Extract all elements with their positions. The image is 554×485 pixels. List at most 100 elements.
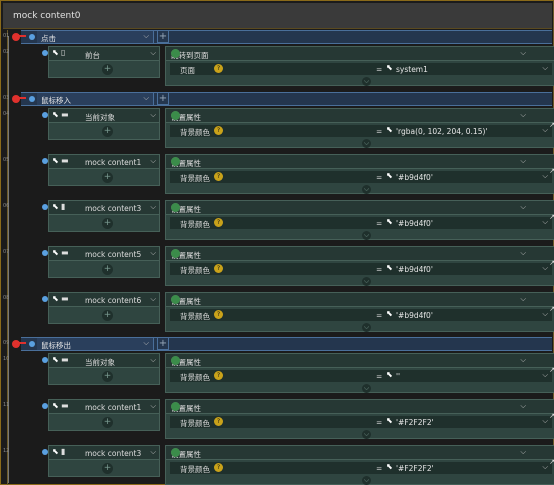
pointer-icon[interactable]: ⬉ <box>52 355 59 364</box>
enable-icon[interactable] <box>171 49 180 58</box>
chevron-down-icon[interactable]: ⌵ <box>542 125 548 135</box>
add-target-button[interactable]: + <box>102 371 113 382</box>
expand-more-button[interactable]: ⌵ <box>362 476 371 485</box>
add-target-button[interactable]: + <box>102 463 113 474</box>
chevron-down-icon[interactable]: ⌵ <box>520 110 526 120</box>
chevron-down-icon[interactable]: ⌵ <box>150 447 156 457</box>
prop-value[interactable]: system1 <box>396 65 428 74</box>
enable-icon[interactable] <box>171 157 180 166</box>
help-icon[interactable]: ? <box>214 126 223 135</box>
add-target-button[interactable]: + <box>102 172 113 183</box>
target-block[interactable]: ⬉ ▬ 当前对象 ⌵ + <box>42 353 160 385</box>
chevron-down-icon[interactable]: ⌵ <box>520 447 526 457</box>
pointer-icon[interactable]: ⬉ <box>52 248 59 257</box>
add-action-button[interactable]: + <box>157 30 169 43</box>
enable-icon[interactable] <box>171 402 180 411</box>
expand-icon[interactable]: ↗ <box>549 366 554 374</box>
action-block[interactable]: 设置属性 ⌵ 背景颜色? = ⬉'rgba(0, 102, 204, 0.15)' ⌵ ↗… <box>165 108 554 148</box>
pointer-icon[interactable]: ⬉ <box>52 447 59 456</box>
event-select[interactable]: 鼠标移入 ⌵ <box>37 93 154 105</box>
target-block[interactable]: ⬉ ▯ 前台 ⌵ + <box>42 46 160 78</box>
chevron-down-icon[interactable]: ⌵ <box>542 462 548 472</box>
chevron-down-icon[interactable]: ⌵ <box>542 416 548 426</box>
add-target-button[interactable]: + <box>102 264 113 275</box>
chevron-down-icon[interactable]: ⌵ <box>520 248 526 258</box>
enable-icon[interactable] <box>171 356 180 365</box>
pointer-icon[interactable]: ⬉ <box>52 156 59 165</box>
add-target-button[interactable]: + <box>102 310 113 321</box>
chevron-down-icon[interactable]: ⌵ <box>150 248 156 258</box>
event-select[interactable]: 点击 ⌵ <box>37 31 154 43</box>
prop-value[interactable]: '#b9d4f0' <box>396 173 433 182</box>
action-block[interactable]: 设置属性 ⌵ 背景颜色? = ⬉ '#b9d4f0' ⌵ ↗ ⌵ <box>165 200 554 240</box>
event-mouseenter[interactable]: 鼠标移入 ⌵ + <box>12 92 552 106</box>
event-click[interactable]: 点击 ⌵ + <box>12 30 552 44</box>
expand-more-button[interactable]: ⌵ <box>362 231 371 240</box>
expand-more-button[interactable]: ⌵ <box>362 185 371 194</box>
chevron-down-icon[interactable]: ⌵ <box>542 370 548 380</box>
expand-more-button[interactable]: ⌵ <box>362 430 371 439</box>
expand-more-button[interactable]: ⌵ <box>362 77 371 86</box>
enable-icon[interactable] <box>171 111 180 120</box>
enable-icon[interactable] <box>171 249 180 258</box>
pointer-icon[interactable]: ⬉ <box>386 462 393 471</box>
prop-value[interactable]: '#b9d4f0' <box>396 311 433 320</box>
action-block[interactable]: 设置属性 ⌵ 背景颜色? = ⬉ '#b9d4f0' ⌵ ↗ ⌵ <box>165 154 554 194</box>
chevron-down-icon[interactable]: ⌵ <box>150 156 156 166</box>
target-block[interactable]: ⬉ ▬ mock content6 ⌵ + <box>42 292 160 324</box>
expand-icon[interactable]: ↗ <box>549 213 554 221</box>
expand-icon[interactable]: ↗ <box>549 412 554 420</box>
expand-icon[interactable]: ↗ <box>549 458 554 466</box>
event-select[interactable]: 鼠标移出 ⌵ <box>37 338 154 350</box>
chevron-down-icon[interactable]: ⌵ <box>520 202 526 212</box>
target-block[interactable]: ⬉ ▬ mock content1 ⌵ + <box>42 399 160 431</box>
help-icon[interactable]: ? <box>214 371 223 380</box>
pointer-icon[interactable]: ⬉ <box>386 217 393 226</box>
chevron-down-icon[interactable]: ⌵ <box>520 156 526 166</box>
expand-more-button[interactable]: ⌵ <box>362 139 371 148</box>
action-block[interactable]: 设置属性 ⌵ 背景颜色? = ⬉ '' ⌵ ↗ ⌵ <box>165 353 554 393</box>
chevron-down-icon[interactable]: ⌵ <box>150 48 156 58</box>
chevron-down-icon[interactable]: ⌵ <box>150 401 156 411</box>
add-target-button[interactable]: + <box>102 126 113 137</box>
expand-more-button[interactable]: ⌵ <box>362 384 371 393</box>
target-block[interactable]: ⬉ ▬ mock content1 ⌵ + <box>42 154 160 186</box>
prop-value[interactable]: '#F2F2F2' <box>396 464 434 473</box>
chevron-down-icon[interactable]: ⌵ <box>542 171 548 181</box>
prop-value[interactable]: 'rgba(0, 102, 204, 0.15)' <box>396 127 487 136</box>
chevron-down-icon[interactable]: ⌵ <box>542 63 548 73</box>
pointer-icon[interactable]: ⬉ <box>386 63 393 72</box>
chevron-down-icon[interactable]: ⌵ <box>542 309 548 319</box>
pointer-icon[interactable]: ⬉ <box>52 48 59 57</box>
pointer-icon[interactable]: ⬉ <box>386 370 393 379</box>
action-block[interactable]: 设置属性 ⌵ 背景颜色? = ⬉ '#F2F2F2' ⌵ ↗ ⌵ <box>165 399 554 439</box>
pointer-icon[interactable]: ⬉ <box>386 171 393 180</box>
add-action-button[interactable]: + <box>157 92 169 105</box>
help-icon[interactable]: ? <box>214 310 223 319</box>
pointer-icon[interactable]: ⬉ <box>52 110 59 119</box>
enable-icon[interactable] <box>171 295 180 304</box>
pointer-icon[interactable]: ⬉ <box>386 309 393 318</box>
expand-more-button[interactable]: ⌵ <box>362 277 371 286</box>
target-block[interactable]: ⬉ ▬ 当前对象 ⌵ + <box>42 108 160 140</box>
event-mouseleave[interactable]: 鼠标移出 ⌵ + <box>12 337 552 351</box>
prop-value[interactable]: '#F2F2F2' <box>396 418 434 427</box>
pointer-icon[interactable]: ⬉ <box>386 263 393 272</box>
chevron-down-icon[interactable]: ⌵ <box>520 355 526 365</box>
pointer-icon[interactable]: ⬉ <box>386 416 393 425</box>
chevron-down-icon[interactable]: ⌵ <box>150 110 156 120</box>
expand-more-button[interactable]: ⌵ <box>362 323 371 332</box>
expand-icon[interactable]: ↗ <box>549 121 554 129</box>
action-block[interactable]: 设置属性 ⌵ 背景颜色? = ⬉ '#b9d4f0' ⌵ ↗ ⌵ <box>165 292 554 332</box>
target-block[interactable]: ⬉ ▮ mock content3 ⌵ + <box>42 200 160 232</box>
target-block[interactable]: ⬉ ▮ mock content3 ⌵ + <box>42 445 160 477</box>
chevron-down-icon[interactable]: ⌵ <box>542 263 548 273</box>
pointer-icon[interactable]: ⬉ <box>386 125 393 134</box>
expand-icon[interactable]: ↗ <box>549 259 554 267</box>
add-action-button[interactable]: + <box>157 337 169 350</box>
help-icon[interactable]: ? <box>214 218 223 227</box>
chevron-down-icon[interactable]: ⌵ <box>150 355 156 365</box>
help-icon[interactable]: ? <box>214 463 223 472</box>
expand-icon[interactable]: ↗ <box>549 167 554 175</box>
pointer-icon[interactable]: ⬉ <box>52 202 59 211</box>
